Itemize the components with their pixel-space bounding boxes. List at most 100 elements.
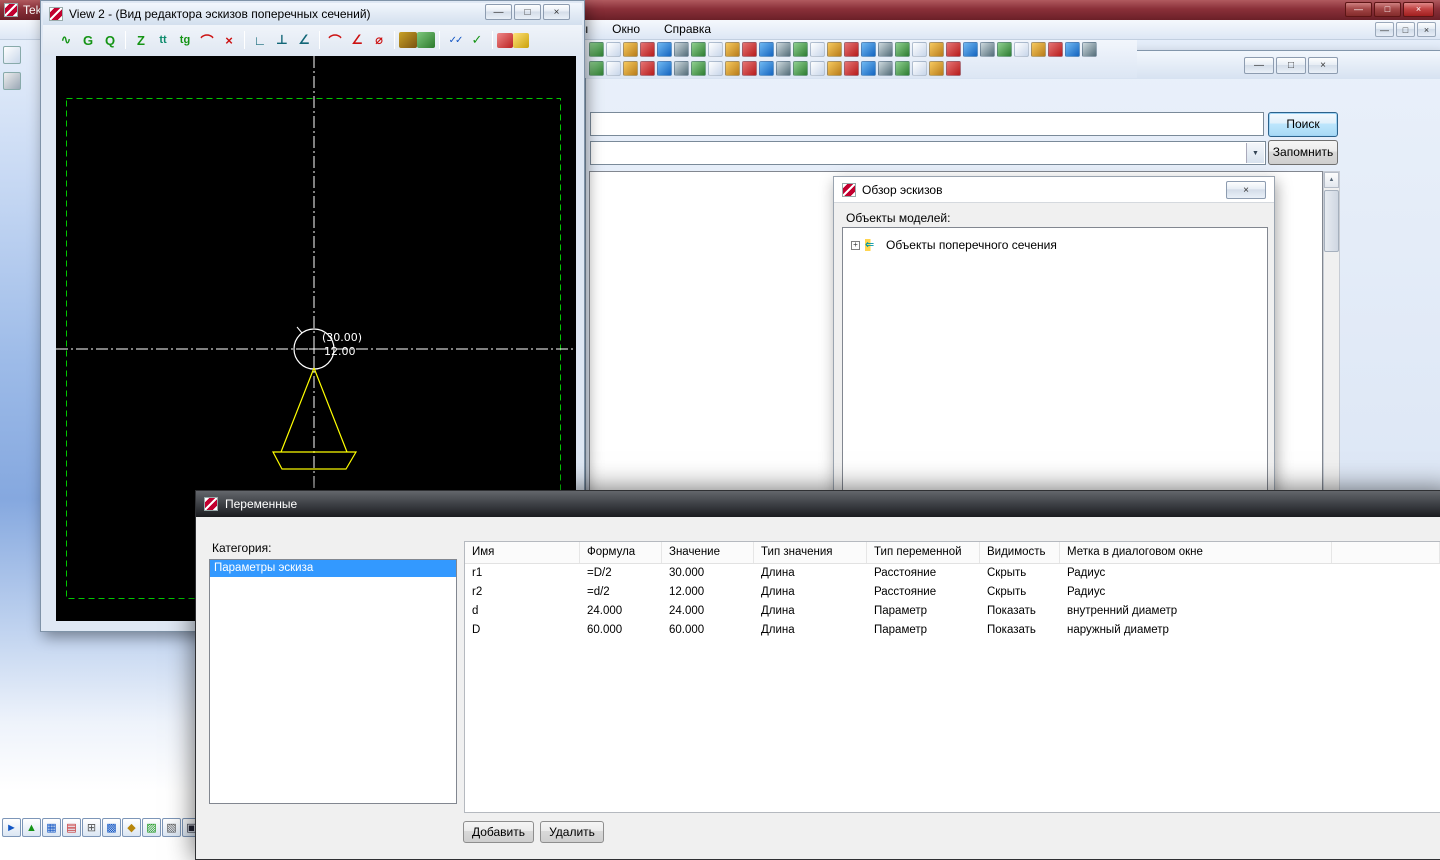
toolbar-icon[interactable] bbox=[759, 61, 774, 76]
view2-close-icon[interactable]: × bbox=[543, 4, 570, 20]
new-model-icon[interactable] bbox=[3, 46, 21, 64]
trim-tool-icon[interactable] bbox=[152, 30, 174, 50]
tree-expander-icon[interactable]: + bbox=[851, 241, 860, 250]
toolbar-icon[interactable] bbox=[674, 61, 689, 76]
toolbar-icon[interactable] bbox=[861, 61, 876, 76]
delete-tool-icon[interactable] bbox=[218, 30, 240, 50]
view2-minimize-icon[interactable]: — bbox=[485, 4, 512, 20]
catalog-maximize-icon[interactable]: □ bbox=[1276, 57, 1306, 74]
toolbar-icon[interactable] bbox=[895, 61, 910, 76]
fillet-tool-icon[interactable] bbox=[196, 30, 218, 50]
column-header-visibility[interactable]: Видимость bbox=[980, 542, 1060, 563]
toolbar-icon[interactable] bbox=[946, 61, 961, 76]
table-row[interactable]: d 24.000 24.000 Длина Параметр Показать … bbox=[465, 602, 1440, 621]
vertical-dimension-icon[interactable] bbox=[271, 30, 293, 50]
tangent-tool-icon[interactable] bbox=[174, 30, 196, 50]
menu-item-window[interactable]: Окно bbox=[610, 22, 642, 36]
search-history-combobox[interactable]: ▼ bbox=[590, 141, 1266, 165]
toolbar-icon[interactable] bbox=[691, 61, 706, 76]
free-dimension-icon[interactable] bbox=[293, 30, 315, 50]
tree-item[interactable]: + ⇐ Объекты поперечного сечения bbox=[851, 238, 1057, 252]
variables-title-bar[interactable]: Переменные bbox=[196, 491, 1440, 517]
toolbar-icon[interactable] bbox=[606, 42, 621, 57]
diameter-dimension-icon[interactable] bbox=[368, 30, 390, 50]
toolbar-icon[interactable] bbox=[844, 61, 859, 76]
toolbar-icon[interactable] bbox=[912, 61, 927, 76]
horizontal-dimension-icon[interactable] bbox=[249, 30, 271, 50]
toolbar-icon[interactable] bbox=[793, 42, 808, 57]
toolbar-icon[interactable] bbox=[674, 42, 689, 57]
column-header-dialog-label[interactable]: Метка в диалоговом окне bbox=[1060, 542, 1332, 563]
angle-dimension-icon[interactable] bbox=[346, 30, 368, 50]
toolbar-icon[interactable] bbox=[759, 42, 774, 57]
close-sketch-icon[interactable] bbox=[497, 33, 513, 48]
toolbar-icon[interactable] bbox=[708, 42, 723, 57]
toolbar-icon[interactable] bbox=[742, 42, 757, 57]
add-button[interactable]: Добавить bbox=[463, 821, 534, 843]
toolbar-icon[interactable] bbox=[895, 42, 910, 57]
model-objects-tree[interactable]: + ⇐ Объекты поперечного сечения bbox=[842, 227, 1268, 491]
toolbar-icon[interactable] bbox=[725, 61, 740, 76]
toolbar-icon[interactable] bbox=[657, 61, 672, 76]
column-header-value[interactable]: Значение bbox=[662, 542, 754, 563]
render-mode-icon[interactable] bbox=[122, 818, 141, 837]
column-header-value-type[interactable]: Тип значения bbox=[754, 542, 867, 563]
delete-button[interactable]: Удалить bbox=[540, 821, 604, 843]
category-listbox[interactable]: Параметры эскиза bbox=[209, 559, 457, 804]
scroll-up-icon[interactable]: ▲ bbox=[1324, 172, 1339, 188]
toolbar-icon[interactable] bbox=[997, 42, 1012, 57]
toolbar-icon[interactable] bbox=[1065, 42, 1080, 57]
toolbar-icon[interactable] bbox=[844, 42, 859, 57]
minimize-icon[interactable]: — bbox=[1345, 2, 1372, 17]
toolbar-icon[interactable] bbox=[1014, 42, 1029, 57]
toolbar-icon[interactable] bbox=[657, 42, 672, 57]
toolbar-icon[interactable] bbox=[623, 61, 638, 76]
table-row[interactable]: r1 =D/2 30.000 Длина Расстояние Скрыть Р… bbox=[465, 564, 1440, 583]
toolbar-icon[interactable] bbox=[793, 61, 808, 76]
toolbar-icon[interactable] bbox=[623, 42, 638, 57]
select-tool-icon[interactable] bbox=[2, 818, 21, 837]
table-row[interactable]: r2 =d/2 12.000 Длина Расстояние Скрыть Р… bbox=[465, 583, 1440, 602]
toolbar-icon[interactable] bbox=[1031, 42, 1046, 57]
toolbar-icon[interactable] bbox=[810, 61, 825, 76]
toolbar-icon[interactable] bbox=[827, 42, 842, 57]
mdi-close-icon[interactable]: × bbox=[1417, 22, 1436, 37]
toolbar-icon[interactable] bbox=[640, 61, 655, 76]
search-input[interactable] bbox=[590, 112, 1264, 136]
column-header-variable-type[interactable]: Тип переменной bbox=[867, 542, 980, 563]
toolbar-icon[interactable] bbox=[606, 61, 621, 76]
catalog-close-icon[interactable]: × bbox=[1308, 57, 1338, 74]
area-tool-icon[interactable] bbox=[417, 32, 435, 48]
close-icon[interactable]: × bbox=[1403, 2, 1434, 17]
ortho-toggle-icon[interactable] bbox=[162, 818, 181, 837]
toolbar-icon[interactable] bbox=[912, 42, 927, 57]
draw-arc-icon[interactable] bbox=[77, 30, 99, 50]
toolbar-icon[interactable] bbox=[725, 42, 740, 57]
category-item-selected[interactable]: Параметры эскиза bbox=[210, 560, 456, 577]
toolbar-icon[interactable] bbox=[827, 61, 842, 76]
scrollbar-thumb[interactable] bbox=[1324, 190, 1339, 252]
mdi-restore-icon[interactable]: □ bbox=[1396, 22, 1415, 37]
search-button[interactable]: Поиск bbox=[1268, 112, 1338, 137]
sketch-browser-title-bar[interactable]: Обзор эскизов bbox=[834, 177, 1274, 203]
table-row[interactable]: D 60.000 60.000 Длина Параметр Показать … bbox=[465, 621, 1440, 640]
view2-maximize-icon[interactable]: □ bbox=[514, 4, 541, 20]
chevron-down-icon[interactable]: ▼ bbox=[1246, 143, 1264, 163]
accept-sketch-icon[interactable] bbox=[466, 30, 488, 50]
toolbar-icon[interactable] bbox=[589, 42, 604, 57]
sketch-browser-close-icon[interactable]: × bbox=[1226, 181, 1266, 199]
column-header-name[interactable]: Имя bbox=[465, 542, 580, 563]
zoom-tool-icon[interactable] bbox=[82, 818, 101, 837]
printer-icon[interactable] bbox=[3, 72, 21, 90]
maximize-icon[interactable]: □ bbox=[1374, 2, 1401, 17]
toolbar-icon[interactable] bbox=[929, 42, 944, 57]
toolbar-icon[interactable] bbox=[1048, 42, 1063, 57]
toolbar-icon[interactable] bbox=[980, 42, 995, 57]
rotate-tool-icon[interactable] bbox=[102, 818, 121, 837]
verify-sketch-icon[interactable] bbox=[444, 30, 466, 50]
mdi-minimize-icon[interactable]: — bbox=[1375, 22, 1394, 37]
toolbar-icon[interactable] bbox=[946, 42, 961, 57]
remember-button[interactable]: Запомнить bbox=[1268, 140, 1338, 165]
toolbar-icon[interactable] bbox=[640, 42, 655, 57]
toolbar-icon[interactable] bbox=[1082, 42, 1097, 57]
